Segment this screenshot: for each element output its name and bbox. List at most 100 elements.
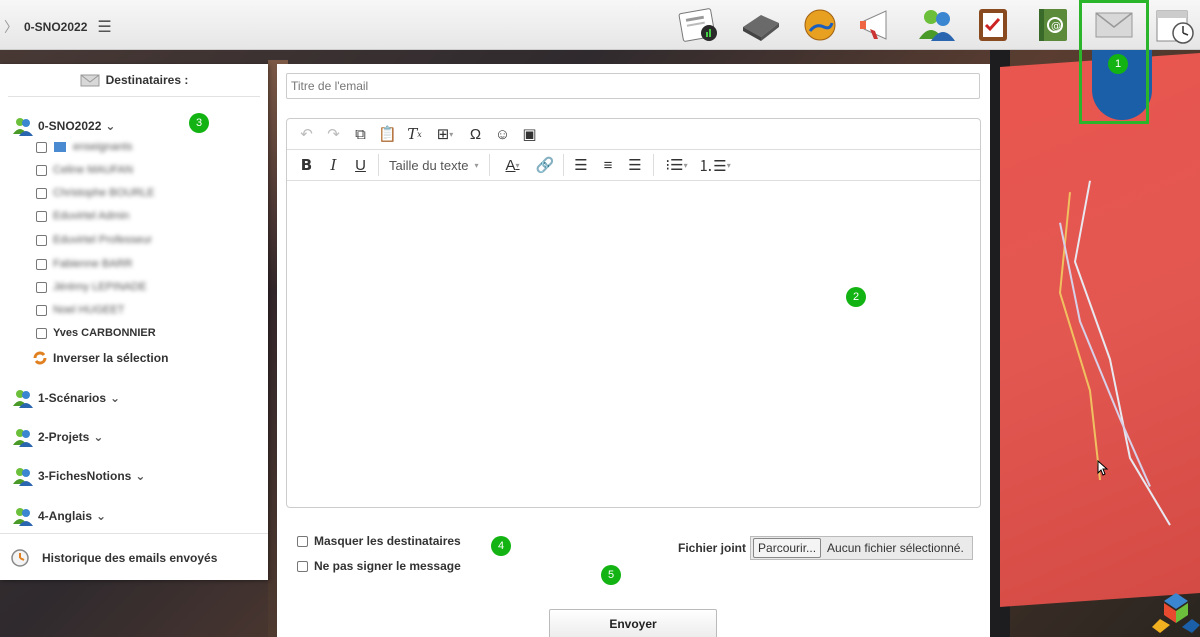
background-lines (1058, 180, 1171, 526)
align-left-icon[interactable]: ☰ (568, 153, 595, 177)
media-icon[interactable]: ▣ (516, 122, 543, 146)
emoticon-icon[interactable]: ☺ (489, 122, 516, 146)
file-input[interactable]: Parcourir... Aucun fichier sélectionné. (750, 536, 973, 560)
marker-4: 4 (491, 536, 511, 556)
top-bar: 〉 0-SNO2022 ☰ @ (0, 0, 1200, 50)
toolbar-separator (488, 154, 490, 176)
member-checkbox[interactable] (36, 210, 47, 222)
link-icon[interactable]: 🔗 (532, 153, 559, 177)
special-char-icon[interactable]: Ω (462, 122, 489, 146)
breadcrumb-label[interactable]: 0-SNO2022 (24, 20, 87, 34)
group-label: 4-Anglais (38, 509, 93, 523)
chevron-left-icon[interactable]: 〉 (4, 17, 18, 37)
recipients-panel: Destinataires : 0-SNO2022 ⌄ enseignants … (0, 64, 268, 580)
font-size-select[interactable]: Taille du texte ▾ (383, 153, 485, 177)
group-0-sno2022[interactable]: 0-SNO2022 ⌄ (12, 116, 115, 136)
email-title-input[interactable] (286, 73, 980, 99)
send-button[interactable]: Envoyer (549, 609, 717, 637)
italic-icon[interactable]: I (320, 153, 347, 177)
background-screen (1000, 53, 1200, 607)
member-checkbox[interactable] (36, 141, 47, 153)
users-icon (13, 468, 33, 486)
marker-3: 3 (189, 113, 209, 133)
bullet-list-icon[interactable]: ⁝☰ ▾ (658, 153, 696, 177)
text-color-icon[interactable]: A ▾ (494, 153, 532, 177)
group-1-scenarios[interactable]: 1-Scénarios ⌄ (12, 388, 120, 408)
member-name: Eduvirtel Admin (53, 210, 130, 222)
chevron-down-icon[interactable]: ⌄ (93, 430, 103, 444)
marker-1: 1 (1108, 54, 1128, 74)
member-name: Eduvirtel Professeur (53, 234, 153, 246)
email-form: ↶ ↷ ⧉ 📋 Tx ⊞▾ Ω ☺ ▣ B I U Taille du text… (277, 64, 990, 637)
redo-icon[interactable]: ↷ (320, 122, 347, 146)
member-item[interactable]: Jérémy LEPINADE (36, 281, 147, 293)
member-item[interactable]: Christophe BOURLE (36, 187, 155, 199)
member-name: Celine MAUFAN (53, 164, 134, 176)
paste-icon[interactable]: 📋 (374, 122, 401, 146)
align-center-icon[interactable]: ≡ (595, 153, 622, 177)
group-2-projets[interactable]: 2-Projets ⌄ (12, 427, 103, 447)
users-icon (13, 118, 33, 136)
member-checkbox[interactable] (36, 164, 47, 176)
member-item[interactable]: Noel HUGEET (36, 304, 125, 316)
chevron-down-icon[interactable]: ⌄ (110, 391, 120, 405)
align-justify-icon[interactable]: ☰ (622, 153, 649, 177)
member-item[interactable]: Yves CARBONNIER (36, 327, 156, 339)
refresh-icon (33, 351, 47, 365)
users-icon (13, 429, 33, 447)
member-item[interactable]: Eduvirtel Professeur (36, 234, 152, 246)
member-checkbox[interactable] (36, 327, 47, 339)
browse-button[interactable]: Parcourir... (753, 538, 822, 558)
chevron-down-icon[interactable]: ⌄ (135, 469, 145, 483)
group-3-fichesnotions[interactable]: 3-FichesNotions ⌄ (12, 466, 145, 486)
hide-recipients-option[interactable]: Masquer les destinataires (297, 534, 461, 548)
bold-icon[interactable]: B (293, 153, 320, 177)
copy-icon[interactable]: ⧉ (347, 122, 374, 146)
group-4-anglais[interactable]: 4-Anglais ⌄ (12, 506, 106, 526)
underline-icon[interactable]: U (347, 153, 374, 177)
hide-recipients-checkbox[interactable] (297, 535, 308, 547)
chevron-down-icon[interactable]: ⌄ (96, 509, 106, 523)
sent-history-link[interactable]: Historique des emails envoyés (0, 533, 268, 582)
member-checkbox[interactable] (36, 304, 47, 316)
app-logo-icon (1152, 593, 1200, 633)
editor-toolbar-row-1: ↶ ↷ ⧉ 📋 Tx ⊞ ▾ Ω ☺ ▣ (287, 119, 980, 150)
calendar-clock-icon[interactable] (1152, 5, 1198, 45)
member-item[interactable]: Eduvirtel Admin (36, 210, 129, 222)
users-icon[interactable] (914, 5, 960, 45)
editor-content-area[interactable] (287, 181, 980, 507)
editor-toolbar-row-2: B I U Taille du texte ▾ A ▾ 🔗 ☰ ≡ ☰ ⁝☰ ▾ ⒈… (287, 150, 980, 181)
member-item[interactable]: enseignants (36, 140, 132, 154)
newspaper-icon[interactable] (676, 5, 722, 45)
member-name: enseignants (73, 141, 133, 153)
no-sign-checkbox[interactable] (297, 560, 308, 572)
member-item[interactable]: Celine MAUFAN (36, 164, 133, 176)
toolbar-separator (562, 154, 564, 176)
numbered-list-icon[interactable]: ⒈☰ ▾ (696, 153, 734, 177)
member-checkbox[interactable] (36, 234, 47, 246)
address-book-icon[interactable]: @ (1030, 5, 1076, 45)
folder-icon[interactable] (738, 5, 784, 45)
undo-icon[interactable]: ↶ (293, 122, 320, 146)
clear-format-icon[interactable]: Tx (401, 122, 428, 146)
member-checkbox[interactable] (36, 258, 47, 270)
no-sign-option[interactable]: Ne pas signer le message (297, 559, 461, 573)
member-item[interactable]: Fabienne BARR (36, 258, 133, 270)
megaphone-icon[interactable] (855, 5, 901, 45)
recipients-header: Destinataires : (8, 64, 260, 97)
web-link-icon[interactable] (797, 5, 843, 45)
breadcrumb: 〉 0-SNO2022 ☰ (4, 17, 112, 37)
mouse-cursor-icon (1097, 460, 1109, 476)
member-checkbox[interactable] (36, 187, 47, 199)
invert-selection-link[interactable]: Inverser la sélection (32, 350, 168, 366)
member-checkbox[interactable] (36, 281, 47, 293)
users-icon (13, 390, 33, 408)
no-sign-label: Ne pas signer le message (314, 559, 461, 573)
hamburger-menu-icon[interactable]: ☰ (97, 17, 111, 37)
envelope-icon (80, 74, 100, 87)
table-icon[interactable]: ⊞ ▾ (428, 122, 462, 146)
attachment-row: Fichier joint Parcourir... Aucun fichier… (678, 536, 973, 560)
chevron-down-icon[interactable]: ⌄ (105, 119, 115, 133)
checklist-icon[interactable] (970, 5, 1016, 45)
group-label: 2-Projets (38, 430, 90, 444)
